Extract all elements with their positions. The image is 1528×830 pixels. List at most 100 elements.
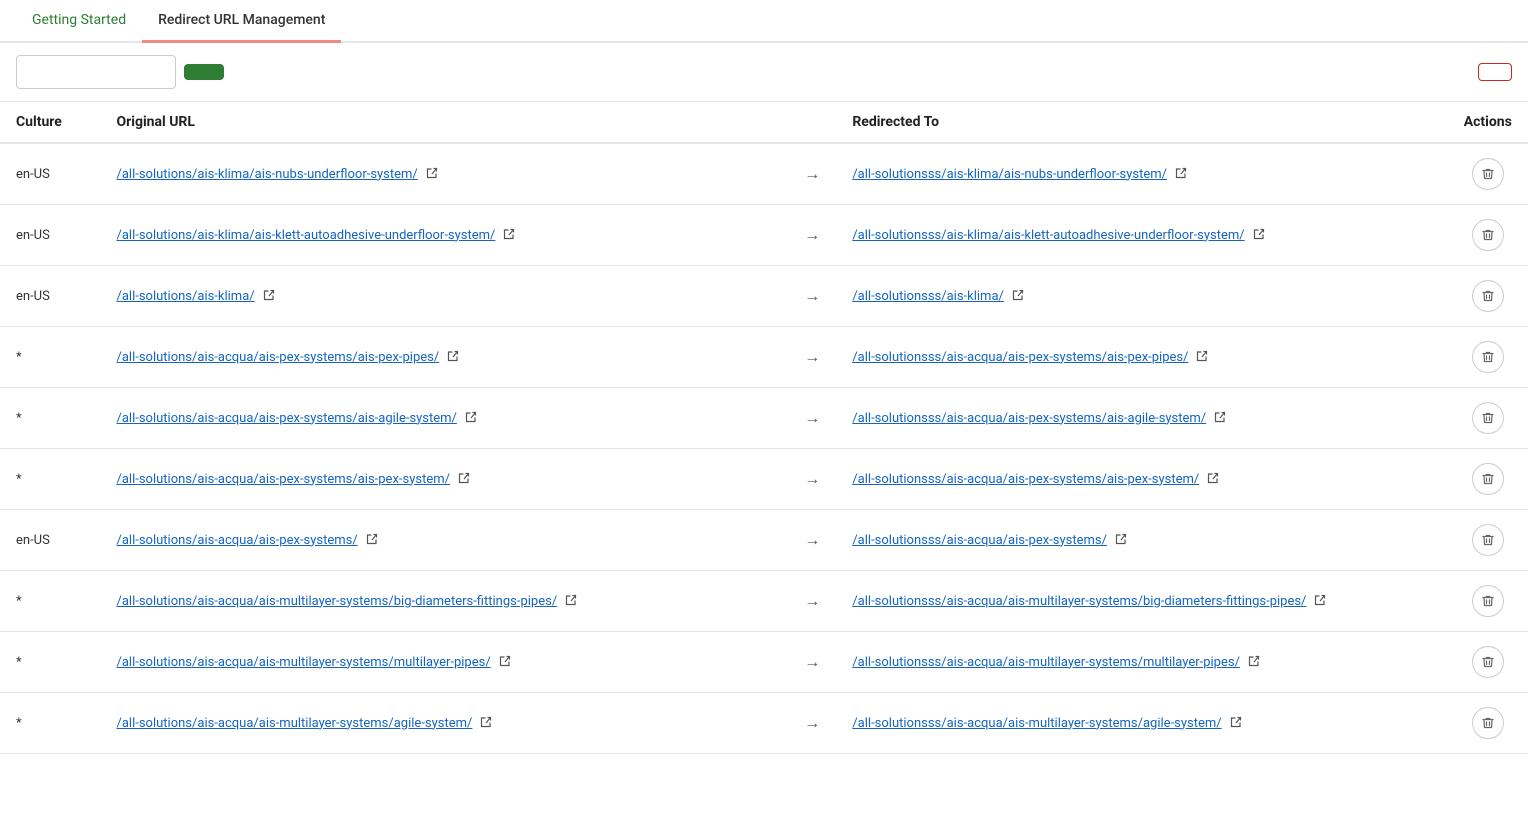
cell-original-url: /all-solutions/ais-acqua/ais-pex-systems… xyxy=(100,327,788,388)
external-link-icon[interactable] xyxy=(480,716,494,730)
redirected-url-link[interactable]: /all-solutionsss/ais-acqua/ais-pex-syste… xyxy=(852,350,1188,365)
cell-actions xyxy=(1448,388,1528,449)
external-link-icon[interactable] xyxy=(1214,411,1228,425)
original-url-link[interactable]: /all-solutions/ais-klima/ais-nubs-underf… xyxy=(116,167,417,182)
cell-arrow: → xyxy=(788,632,836,693)
external-link-icon[interactable] xyxy=(1253,228,1267,242)
external-link-icon[interactable] xyxy=(1207,472,1221,486)
original-url-link[interactable]: /all-solutions/ais-klima/ xyxy=(116,289,254,304)
original-url-link[interactable]: /all-solutions/ais-acqua/ais-pex-systems… xyxy=(116,472,450,487)
original-url-link[interactable]: /all-solutions/ais-acqua/ais-pex-systems… xyxy=(116,533,357,548)
cell-original-url: /all-solutions/ais-acqua/ais-pex-systems… xyxy=(100,388,788,449)
delete-button[interactable] xyxy=(1472,158,1504,190)
cell-actions xyxy=(1448,327,1528,388)
cell-culture: * xyxy=(0,632,100,693)
external-link-icon[interactable] xyxy=(503,228,517,242)
redirected-url-link[interactable]: /all-solutionsss/ais-acqua/ais-multilaye… xyxy=(852,716,1221,731)
cell-arrow: → xyxy=(788,510,836,571)
external-link-icon[interactable] xyxy=(426,167,440,181)
cell-actions xyxy=(1448,693,1528,754)
delete-button[interactable] xyxy=(1472,463,1504,495)
external-link-icon[interactable] xyxy=(1230,716,1244,730)
external-link-icon[interactable] xyxy=(1196,350,1210,364)
col-header-actions: Actions xyxy=(1448,102,1528,143)
col-header-arrow xyxy=(788,102,836,143)
original-url-link[interactable]: /all-solutions/ais-acqua/ais-multilayer-… xyxy=(116,716,472,731)
redirected-url-link[interactable]: /all-solutionsss/ais-acqua/ais-multilaye… xyxy=(852,594,1306,609)
cell-redirected-to: /all-solutionsss/ais-acqua/ais-pex-syste… xyxy=(836,327,1447,388)
cell-arrow: → xyxy=(788,327,836,388)
redirected-url-link[interactable]: /all-solutionsss/ais-klima/ais-nubs-unde… xyxy=(852,167,1167,182)
cell-redirected-to: /all-solutionsss/ais-acqua/ais-multilaye… xyxy=(836,571,1447,632)
search-input[interactable] xyxy=(16,55,176,89)
cell-original-url: /all-solutions/ais-acqua/ais-multilayer-… xyxy=(100,693,788,754)
external-link-icon[interactable] xyxy=(499,655,513,669)
table-row: * /all-solutions/ais-acqua/ais-multilayer… xyxy=(0,632,1528,693)
delete-button[interactable] xyxy=(1472,524,1504,556)
cell-actions xyxy=(1448,632,1528,693)
redirected-url-link[interactable]: /all-solutionsss/ais-acqua/ais-pex-syste… xyxy=(852,533,1107,548)
original-url-link[interactable]: /all-solutions/ais-acqua/ais-multilayer-… xyxy=(116,594,557,609)
table-row: en-US/all-solutions/ais-acqua/ais-pex-sy… xyxy=(0,510,1528,571)
tabs-bar: Getting Started Redirect URL Management xyxy=(0,0,1528,43)
external-link-icon[interactable] xyxy=(565,594,579,608)
search-button[interactable] xyxy=(184,64,224,80)
table-row: */all-solutions/ais-acqua/ais-multilayer… xyxy=(0,693,1528,754)
cell-original-url: /all-solutions/ais-acqua/ais-pex-systems… xyxy=(100,449,788,510)
external-link-icon[interactable] xyxy=(366,533,380,547)
redirected-url-link[interactable]: /all-solutionsss/ais-klima/ xyxy=(852,289,1004,304)
disable-url-tracker-button[interactable] xyxy=(1478,63,1512,81)
cell-original-url: /all-solutions/ais-acqua/ais-multilayer-… xyxy=(100,571,788,632)
external-link-icon[interactable] xyxy=(1012,289,1026,303)
cell-redirected-to: /all-solutionsss/ais-klima/ xyxy=(836,266,1447,327)
cell-redirected-to: /all-solutionsss/ais-acqua/ais-multilaye… xyxy=(836,693,1447,754)
cell-actions xyxy=(1448,571,1528,632)
external-link-icon[interactable] xyxy=(1314,594,1328,608)
col-header-culture: Culture xyxy=(0,102,100,143)
cell-original-url: /all-solutions/ais-klima/ xyxy=(100,266,788,327)
external-link-icon[interactable] xyxy=(465,411,479,425)
cell-arrow: → xyxy=(788,388,836,449)
external-link-icon[interactable] xyxy=(1175,167,1189,181)
table-container: Culture Original URL Redirected To Actio… xyxy=(0,102,1528,754)
delete-button[interactable] xyxy=(1472,280,1504,312)
redirected-url-link[interactable]: /all-solutionsss/ais-acqua/ais-pex-syste… xyxy=(852,472,1199,487)
tab-redirect-url-management[interactable]: Redirect URL Management xyxy=(142,0,341,43)
delete-button[interactable] xyxy=(1472,646,1504,678)
toolbar xyxy=(0,43,1528,102)
external-link-icon[interactable] xyxy=(447,350,461,364)
delete-button[interactable] xyxy=(1472,219,1504,251)
tab-getting-started[interactable]: Getting Started xyxy=(16,0,142,43)
delete-button[interactable] xyxy=(1472,402,1504,434)
redirected-url-link[interactable]: /all-solutionsss/ais-klima/ais-klett-aut… xyxy=(852,228,1244,243)
cell-original-url: /all-solutions/ais-acqua/ais-multilayer-… xyxy=(100,632,788,693)
delete-button[interactable] xyxy=(1472,707,1504,739)
cell-original-url: /all-solutions/ais-klima/ais-klett-autoa… xyxy=(100,205,788,266)
original-url-link[interactable]: /all-solutions/ais-acqua/ais-pex-systems… xyxy=(116,350,439,365)
redirected-url-link[interactable]: /all-solutionsss/ais-acqua/ais-multilaye… xyxy=(852,655,1240,670)
cell-arrow: → xyxy=(788,266,836,327)
external-link-icon[interactable] xyxy=(1115,533,1129,547)
table-row: en-US/all-solutions/ais-klima/ → /all-solu… xyxy=(0,266,1528,327)
delete-button[interactable] xyxy=(1472,341,1504,373)
cell-culture: en-US xyxy=(0,266,100,327)
external-link-icon[interactable] xyxy=(458,472,472,486)
redirected-url-link[interactable]: /all-solutionsss/ais-acqua/ais-pex-syste… xyxy=(852,411,1206,426)
col-header-original-url: Original URL xyxy=(100,102,788,143)
original-url-link[interactable]: /all-solutions/ais-acqua/ais-multilayer-… xyxy=(116,655,490,670)
external-link-icon[interactable] xyxy=(263,289,277,303)
delete-button[interactable] xyxy=(1472,585,1504,617)
cell-culture: * xyxy=(0,388,100,449)
cell-culture: en-US xyxy=(0,205,100,266)
original-url-link[interactable]: /all-solutions/ais-acqua/ais-pex-systems… xyxy=(116,411,456,426)
cell-redirected-to: /all-solutionsss/ais-acqua/ais-pex-syste… xyxy=(836,449,1447,510)
cell-redirected-to: /all-solutionsss/ais-acqua/ais-multilaye… xyxy=(836,632,1447,693)
table-row: en-US/all-solutions/ais-klima/ais-klett-… xyxy=(0,205,1528,266)
col-header-redirected-to: Redirected To xyxy=(836,102,1447,143)
cell-redirected-to: /all-solutionsss/ais-acqua/ais-pex-syste… xyxy=(836,510,1447,571)
external-link-icon[interactable] xyxy=(1248,655,1262,669)
original-url-link[interactable]: /all-solutions/ais-klima/ais-klett-autoa… xyxy=(116,228,495,243)
cell-culture: en-US xyxy=(0,143,100,205)
cell-culture: * xyxy=(0,327,100,388)
table-row: */all-solutions/ais-acqua/ais-multilayer… xyxy=(0,571,1528,632)
